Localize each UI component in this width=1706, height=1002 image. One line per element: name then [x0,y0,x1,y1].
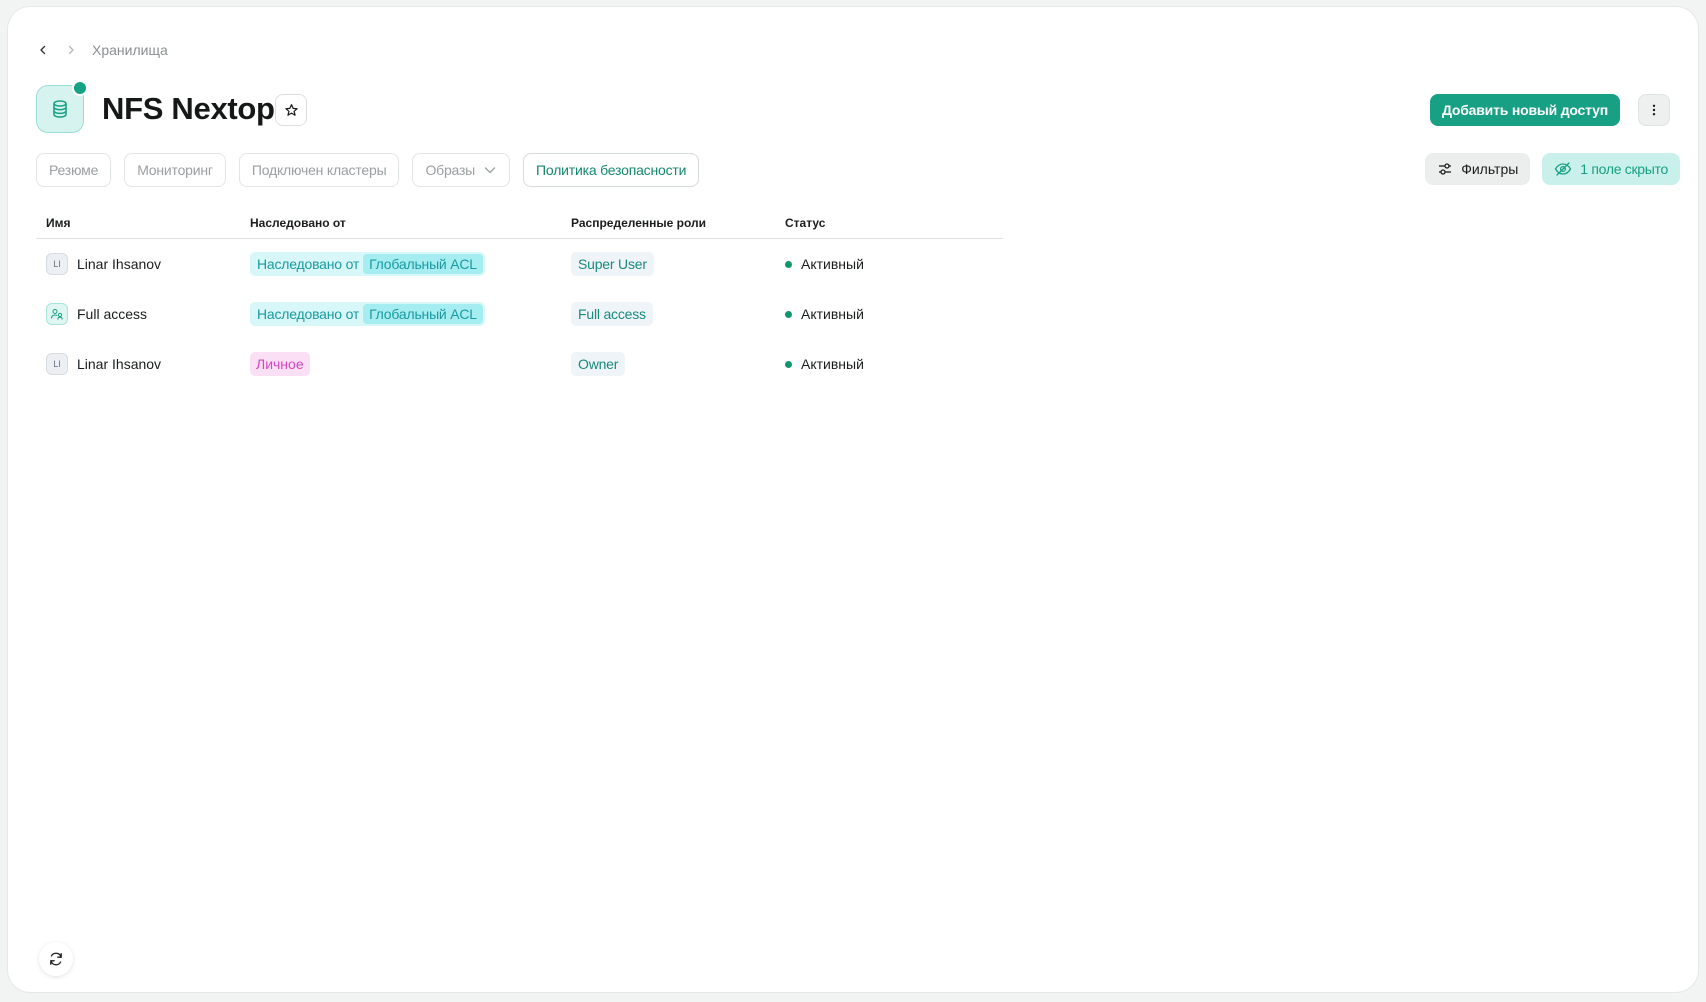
inherited-source[interactable]: Глобальный ACL [363,304,483,324]
page-header: NFS Nextop Добавить новый доступ [36,80,1670,133]
access-table: Имя Наследовано от Распределенные роли С… [36,208,1003,389]
breadcrumb: Хранилища [36,40,168,60]
status-text: Активный [801,356,864,372]
row-name: Linar Ihsanov [77,356,162,372]
column-header-inherited[interactable]: Наследовано от [250,216,571,230]
sliders-icon [1439,163,1452,175]
filters-button[interactable]: Фильтры [1425,153,1531,185]
table-row[interactable]: LI Linar Ihsanov Наследовано от Глобальн… [36,239,1003,289]
inherited-chip: Наследовано от Глобальный ACL [250,252,485,276]
chevron-down-icon [484,167,496,174]
table-actions: Фильтры 1 поле скрыто [1425,153,1680,185]
tab-label: Политика безопасности [536,162,687,178]
status-dot [785,310,792,318]
avatar: LI [46,353,68,375]
refresh-button[interactable] [39,942,73,976]
filters-label: Фильтры [1461,161,1519,177]
column-header-roles[interactable]: Распределенные роли [571,216,785,230]
tab-label: Резюме [49,162,99,178]
tab-connected-clusters[interactable]: Подключен кластеры [238,153,400,187]
row-name: Full access [77,306,148,322]
role-badge: Super User [571,252,654,276]
tab-label: Образы [425,162,476,178]
role-badge: Owner [571,352,626,376]
column-header-name[interactable]: Имя [36,216,250,230]
tab-summary[interactable]: Резюме [36,153,112,187]
column-header-status[interactable]: Статус [785,216,1003,230]
favorite-button[interactable] [275,94,307,126]
chevron-left-icon[interactable] [36,43,50,57]
tab-security-policy[interactable]: Политика безопасности [523,153,700,187]
tab-images[interactable]: Образы [412,153,511,187]
status-text: Активный [801,306,864,322]
role-badge: Full access [571,302,653,326]
status-text: Активный [801,256,864,272]
tab-bar: Резюме Мониторинг Подключен кластеры Обр… [36,153,700,187]
status-indicator [72,80,88,96]
inherited-source[interactable]: Глобальный ACL [363,254,483,274]
tab-monitoring[interactable]: Мониторинг [124,153,226,187]
eye-off-icon [1555,162,1572,176]
status-dot [785,260,792,268]
star-icon [284,103,298,116]
avatar: LI [46,253,68,275]
add-access-button[interactable]: Добавить новый доступ [1429,94,1620,126]
table-row[interactable]: LI Linar Ihsanov Личное Owner Активный [36,339,1003,389]
table-row[interactable]: Full access Наследовано от Глобальный AC… [36,289,1003,339]
inherited-prefix: Наследовано от [257,306,360,322]
hidden-fields-button[interactable]: 1 поле скрыто [1542,153,1680,185]
tab-label: Мониторинг [137,162,213,178]
personal-chip: Личное [250,352,310,376]
status-dot [785,360,792,368]
chevron-right-icon [64,43,78,57]
inherited-prefix: Наследовано от [257,256,360,272]
refresh-icon [50,952,62,966]
more-vertical-icon [1652,104,1656,116]
tab-label: Подключен кластеры [251,162,387,178]
row-name: Linar Ihsanov [77,256,162,272]
users-icon [46,303,68,325]
page-title: NFS Nextop [102,91,275,126]
hidden-fields-label: 1 поле скрыто [1580,161,1668,177]
more-options-button[interactable] [1638,94,1670,126]
table-header: Имя Наследовано от Распределенные роли С… [36,208,1003,239]
breadcrumb-current[interactable]: Хранилища [92,42,168,58]
app-window: Хранилища NFS Nextop Добавить новый дост… [8,7,1698,992]
inherited-chip: Наследовано от Глобальный ACL [250,302,485,326]
